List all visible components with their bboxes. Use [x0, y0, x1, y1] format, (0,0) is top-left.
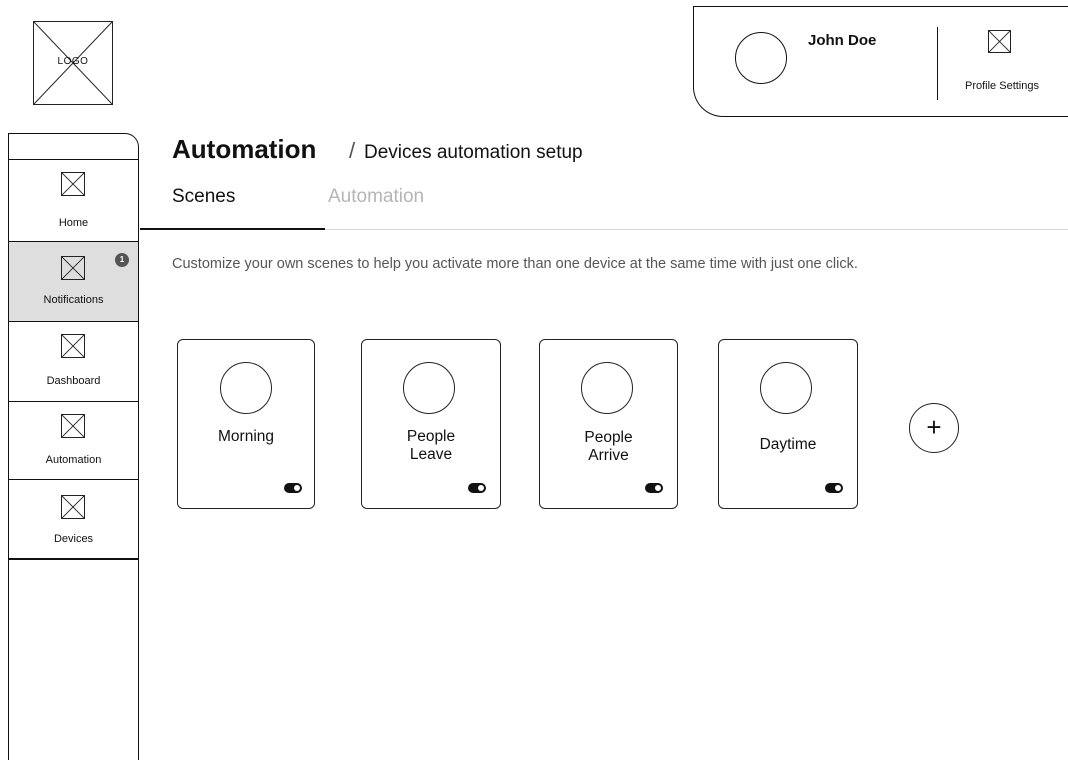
sidebar-item-notifications[interactable]: 1 Notifications — [9, 241, 138, 321]
sidebar-divider — [9, 558, 138, 560]
scene-label: Daytime — [719, 436, 857, 454]
scene-label-line1: People — [584, 429, 633, 446]
avatar[interactable] — [735, 32, 787, 84]
scene-label-line1: Morning — [218, 428, 274, 445]
logo: LOGO — [33, 21, 113, 105]
profile-settings-button[interactable]: Profile Settings — [952, 27, 1062, 97]
scene-label-line2: Leave — [409, 446, 453, 463]
sidebar-item-label: Devices — [53, 533, 94, 545]
scene-card-people-leave[interactable]: People Leave — [361, 339, 501, 509]
automation-icon — [61, 414, 85, 438]
sidebar-item-label: Automation — [45, 454, 102, 466]
scene-icon — [403, 362, 455, 414]
scene-label-line1: People — [406, 428, 456, 445]
notification-badge: 1 — [115, 253, 129, 267]
sidebar-item-label: Home — [58, 217, 89, 229]
sidebar-item-automation[interactable]: Automation — [9, 401, 138, 481]
page-subtitle: Devices automation setup — [364, 142, 583, 163]
scene-icon — [760, 362, 812, 414]
scenes-description: Customize your own scenes to help you ac… — [172, 256, 858, 272]
profile-card: John Doe Profile Settings — [693, 6, 1068, 117]
scene-label-line1: Daytime — [759, 436, 817, 453]
profile-name: John Doe — [808, 32, 877, 49]
scene-card-morning[interactable]: Morning — [177, 339, 315, 509]
sidebar-item-dashboard[interactable]: Dashboard — [9, 321, 138, 401]
sidebar-item-devices[interactable]: Devices — [9, 479, 138, 559]
active-tab-indicator — [140, 228, 325, 230]
scene-card-daytime[interactable]: Daytime — [718, 339, 858, 509]
scene-label: Morning — [178, 428, 314, 446]
sidebar: Home 1 Notifications Dashboard Automatio… — [8, 133, 139, 760]
dashboard-icon — [61, 334, 85, 358]
scene-label-line2: Arrive — [588, 447, 629, 464]
tab-scenes[interactable]: Scenes — [172, 186, 235, 208]
profile-divider — [937, 27, 938, 100]
page-title: Automation — [172, 134, 317, 164]
profile-settings-icon — [988, 30, 1011, 53]
title-separator: / — [349, 138, 356, 163]
scene-icon — [220, 362, 272, 414]
home-icon — [61, 172, 85, 196]
scene-icon — [581, 362, 633, 414]
scene-toggle[interactable] — [284, 483, 302, 493]
notifications-icon — [61, 256, 85, 280]
logo-text: LOGO — [57, 56, 89, 67]
sidebar-item-label: Notifications — [43, 294, 104, 306]
sidebar-item-home[interactable]: Home — [9, 159, 138, 239]
scene-toggle[interactable] — [645, 483, 663, 493]
scene-label: People Arrive — [540, 429, 677, 465]
scene-label: People Leave — [362, 428, 500, 464]
tab-automation[interactable]: Automation — [328, 186, 424, 208]
add-scene-button[interactable]: + — [909, 403, 959, 453]
devices-icon — [61, 495, 85, 519]
scene-toggle[interactable] — [825, 483, 843, 493]
profile-settings-label: Profile Settings — [965, 80, 1039, 92]
scene-card-people-arrive[interactable]: People Arrive — [539, 339, 678, 509]
scene-toggle[interactable] — [468, 483, 486, 493]
sidebar-item-label: Dashboard — [46, 375, 101, 387]
